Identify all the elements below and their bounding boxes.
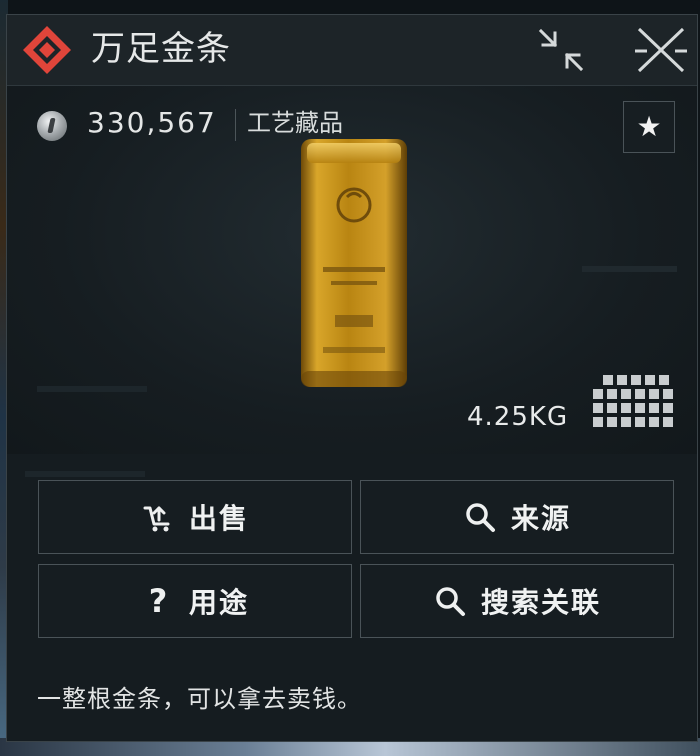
item-detail-panel: 万足金条 330,567 工艺藏品 ★ 4.25KG 出售 来源 ? 用途 搜索… [6,14,698,742]
background-decoration [25,471,145,477]
background-decoration [37,386,147,392]
search-icon [433,584,467,618]
source-button[interactable]: 来源 [360,480,674,554]
collapse-button[interactable] [535,27,587,73]
sell-button-label: 出售 [188,502,249,535]
item-description: 一整根金条，可以拿去卖钱。 [37,685,362,713]
divider [235,109,236,141]
gold-bar-image [297,135,411,391]
usage-button-label: 用途 [188,586,249,619]
question-mark-icon: ? [148,582,168,620]
background-decoration [582,266,677,272]
search-related-button-label: 搜索关联 [480,586,601,619]
search-icon [463,500,497,534]
source-button-label: 来源 [510,502,571,535]
favorite-button[interactable]: ★ [623,101,675,153]
close-button[interactable] [633,25,689,75]
usage-button[interactable]: ? 用途 [38,564,352,638]
item-price: 330,567 [87,106,217,139]
search-related-button[interactable]: 搜索关联 [360,564,674,638]
sell-cart-icon [141,500,175,534]
star-icon: ★ [636,110,662,143]
item-weight: 4.25KG [467,402,569,432]
sell-button[interactable]: 出售 [38,480,352,554]
close-x-icon [635,27,687,73]
silver-coin-icon [37,111,67,141]
inventory-grid-icon [593,375,675,429]
window-title: 万足金条 [91,29,231,69]
red-diamond-logo-icon [21,24,73,76]
collapse-arrows-icon [538,28,584,72]
title-bar: 万足金条 [7,15,697,86]
